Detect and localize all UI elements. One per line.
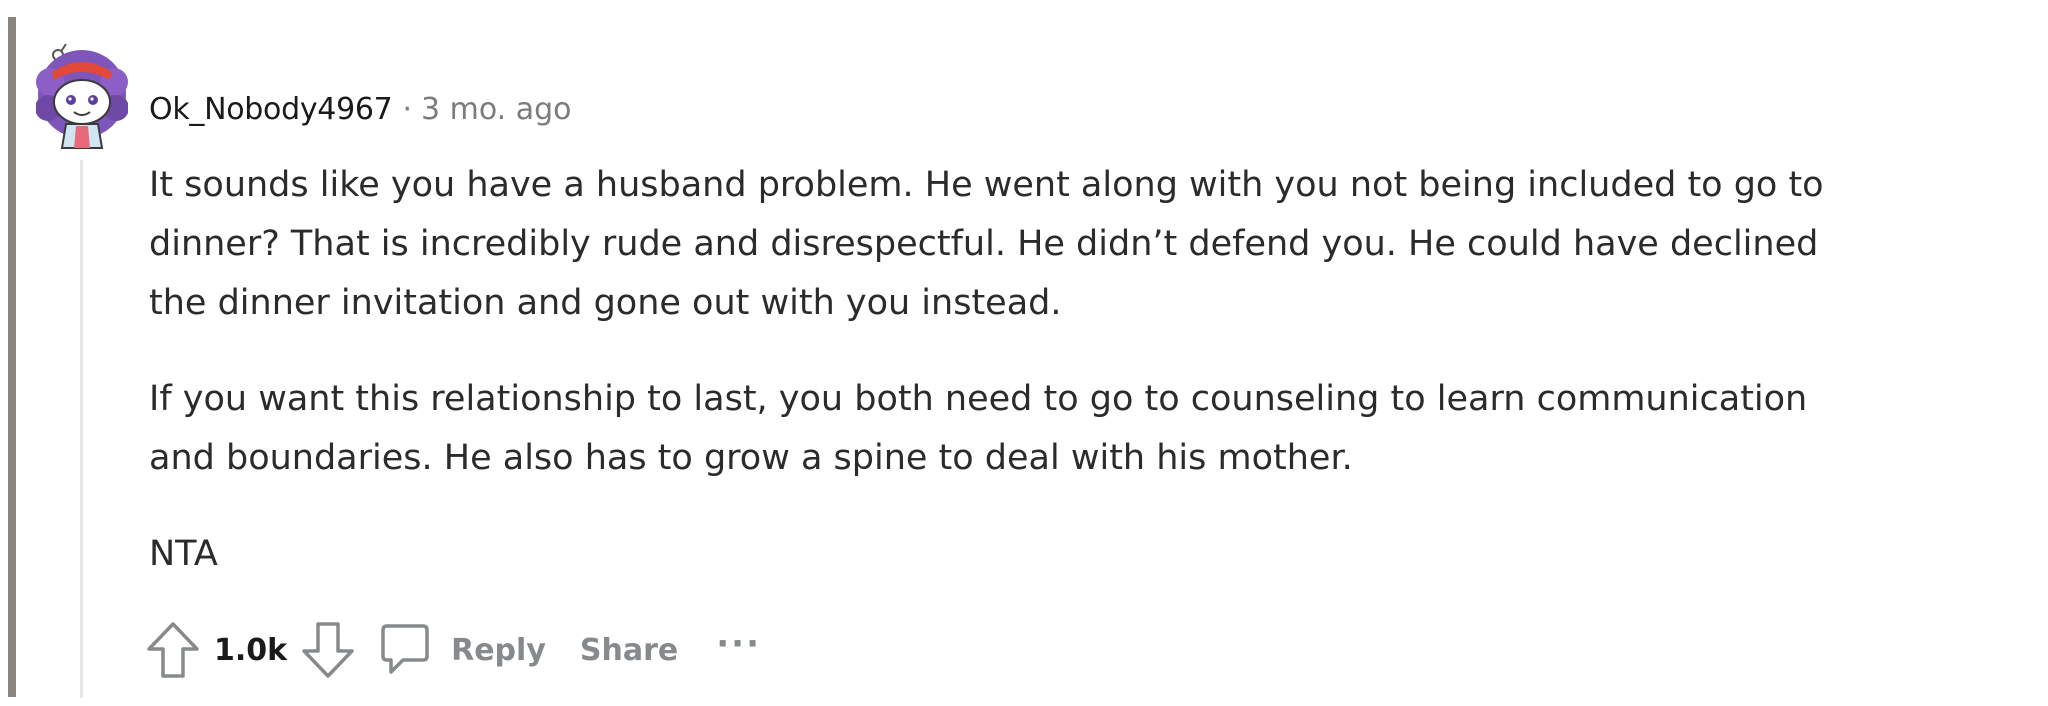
meta-separator: ·: [402, 91, 412, 127]
vote-score: 1.0k: [214, 632, 288, 668]
upvote-button[interactable]: [146, 621, 200, 679]
comment-paragraph: NTA: [149, 525, 1949, 584]
avatar[interactable]: [36, 42, 128, 150]
thread-collapse-bar[interactable]: [8, 17, 16, 697]
comment-timestamp[interactable]: 3 mo. ago: [421, 92, 572, 127]
more-options-button[interactable]: ···: [716, 624, 761, 664]
snoo-avatar-icon: [36, 43, 128, 149]
comment-paragraph: If you want this relationship to last, y…: [149, 370, 1949, 488]
chat-bubble-icon: [381, 624, 429, 674]
downvote-button[interactable]: [301, 621, 355, 679]
comment-line: It sounds like you have a husband proble…: [149, 165, 1824, 205]
comment-actions: 1.0k Reply Share ···: [146, 618, 761, 682]
comment-line: the dinner invitation and gone out with …: [149, 283, 1062, 323]
share-button[interactable]: Share: [580, 633, 678, 668]
comment-paragraph: It sounds like you have a husband proble…: [149, 156, 1949, 333]
reply-label: Reply: [451, 632, 546, 668]
comment-line: NTA: [149, 534, 218, 574]
reply-button[interactable]: Reply: [377, 622, 546, 678]
comment-line: dinner? That is incredibly rude and disr…: [149, 224, 1819, 264]
arrow-up-outline-icon: [147, 622, 199, 678]
comment-meta: Ok_Nobody4967 · 3 mo. ago: [149, 87, 572, 131]
comment-line: and boundaries. He also has to grow a sp…: [149, 438, 1353, 478]
comment-author[interactable]: Ok_Nobody4967: [149, 92, 393, 127]
thread-line[interactable]: [80, 160, 83, 698]
comment-line: If you want this relationship to last, y…: [149, 379, 1808, 419]
comment-body: It sounds like you have a husband proble…: [149, 156, 1949, 584]
arrow-down-outline-icon: [302, 622, 354, 678]
